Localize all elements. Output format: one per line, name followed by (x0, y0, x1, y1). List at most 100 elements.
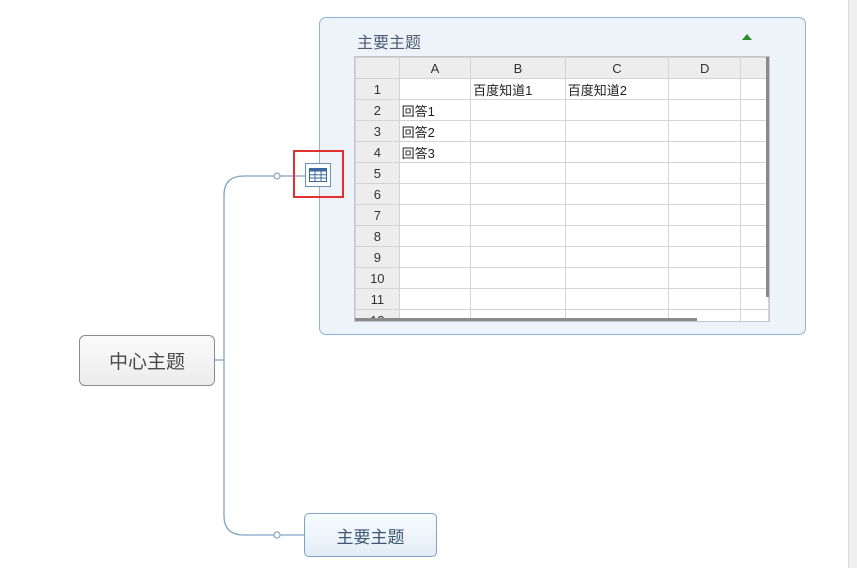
column-header[interactable]: C (564, 57, 670, 79)
table-cell[interactable] (564, 225, 670, 247)
table-cell[interactable] (470, 267, 566, 289)
table-cell[interactable]: 回答3 (398, 141, 472, 163)
table-cell[interactable] (668, 141, 742, 163)
row-header[interactable]: 10 (355, 267, 400, 289)
table-row: 8 (355, 225, 769, 247)
table-cell[interactable] (398, 246, 472, 268)
table-cell[interactable] (740, 120, 769, 142)
table-cell[interactable] (668, 204, 742, 226)
table-row: 3 回答2 (355, 120, 769, 142)
table-cell[interactable] (740, 309, 769, 321)
table-cell[interactable] (564, 246, 670, 268)
table-cell[interactable] (668, 162, 742, 184)
table-cell[interactable] (668, 78, 742, 100)
table-cell[interactable]: 百度知道1 (470, 78, 566, 100)
table-row: 10 (355, 267, 769, 289)
connector-knob-bottom (273, 531, 281, 539)
table-row: 5 (355, 162, 769, 184)
spreadsheet-grid[interactable]: A B C D 1 百度知道1 百度知道2 2 回答1 3 回答2 4 回答3 5 6 7 8 9 10 11… (355, 57, 769, 321)
table-cell[interactable] (668, 225, 742, 247)
row-header[interactable]: 1 (355, 78, 400, 100)
table-icon[interactable] (305, 163, 331, 187)
table-cell[interactable] (564, 99, 670, 121)
embedded-spreadsheet[interactable]: A B C D 1 百度知道1 百度知道2 2 回答1 3 回答2 4 回答3 5 6 7 8 9 10 11… (354, 56, 770, 322)
column-header[interactable]: D (668, 57, 742, 79)
connector-to-second-topic (223, 360, 304, 536)
table-cell[interactable] (564, 162, 670, 184)
table-cell[interactable] (740, 183, 769, 205)
row-header[interactable]: 11 (355, 288, 400, 310)
table-cell[interactable] (470, 225, 566, 247)
table-cell[interactable] (564, 288, 670, 310)
table-cell[interactable] (740, 99, 769, 121)
table-cell[interactable] (740, 162, 769, 184)
table-cell[interactable] (740, 78, 769, 100)
table-cell[interactable] (740, 288, 769, 310)
table-cell[interactable] (470, 183, 566, 205)
table-cell[interactable]: 百度知道2 (564, 78, 670, 100)
table-cell[interactable] (470, 99, 566, 121)
table-cell[interactable] (398, 204, 472, 226)
table-cell[interactable] (668, 120, 742, 142)
column-header-row: A B C D (355, 57, 769, 79)
row-header[interactable]: 6 (355, 183, 400, 205)
table-cell[interactable] (564, 120, 670, 142)
main-topic-table-card[interactable]: 主要主题 A B C D 1 百度知道1 百度知道2 2 回答1 3 回答2 4 回答3 5 6 7 8… (319, 17, 806, 335)
horizontal-scrollbar[interactable] (355, 318, 697, 321)
table-cell[interactable] (470, 120, 566, 142)
second-main-topic[interactable]: 主要主题 (304, 513, 437, 557)
table-row: 7 (355, 204, 769, 226)
table-cell[interactable] (740, 225, 769, 247)
table-cell[interactable] (668, 267, 742, 289)
table-row: 6 (355, 183, 769, 205)
row-header[interactable]: 9 (355, 246, 400, 268)
table-cell[interactable] (668, 288, 742, 310)
table-cell[interactable] (470, 204, 566, 226)
column-header[interactable] (740, 57, 769, 79)
collapse-triangle-icon[interactable] (742, 34, 752, 40)
connector-knob-top (273, 172, 281, 180)
corner-cell[interactable] (355, 57, 400, 79)
table-cell[interactable] (470, 246, 566, 268)
table-cell[interactable] (668, 99, 742, 121)
column-header[interactable]: B (470, 57, 566, 79)
table-cell[interactable] (398, 183, 472, 205)
row-header[interactable]: 4 (355, 141, 400, 163)
table-cell[interactable] (740, 141, 769, 163)
table-row: 1 百度知道1 百度知道2 (355, 78, 769, 100)
table-grid-icon (309, 168, 327, 182)
table-cell[interactable] (668, 246, 742, 268)
column-header[interactable]: A (398, 57, 472, 79)
row-header[interactable]: 8 (355, 225, 400, 247)
table-cell[interactable]: 回答1 (398, 99, 472, 121)
table-row: 2 回答1 (355, 99, 769, 121)
table-cell[interactable] (564, 204, 670, 226)
table-cell[interactable] (398, 162, 472, 184)
table-row: 9 (355, 246, 769, 268)
table-cell[interactable] (470, 288, 566, 310)
connector-to-table-topic (223, 175, 305, 360)
table-cell[interactable] (564, 183, 670, 205)
table-cell[interactable]: 回答2 (398, 120, 472, 142)
central-topic[interactable]: 中心主题 (79, 335, 215, 386)
table-cell[interactable] (740, 204, 769, 226)
table-cell[interactable] (398, 225, 472, 247)
row-header[interactable]: 5 (355, 162, 400, 184)
table-cell[interactable] (470, 141, 566, 163)
table-cell[interactable] (470, 162, 566, 184)
row-header[interactable]: 3 (355, 120, 400, 142)
table-row: 4 回答3 (355, 141, 769, 163)
vertical-scrollbar[interactable] (766, 57, 769, 297)
table-cell[interactable] (398, 78, 472, 100)
row-header[interactable]: 7 (355, 204, 400, 226)
row-header[interactable]: 2 (355, 99, 400, 121)
table-cell[interactable] (398, 288, 472, 310)
table-cell[interactable] (668, 183, 742, 205)
table-cell[interactable] (564, 267, 670, 289)
table-cell[interactable] (564, 141, 670, 163)
main-topic-title[interactable]: 主要主题 (357, 29, 421, 53)
table-cell[interactable] (740, 246, 769, 268)
table-cell[interactable] (398, 267, 472, 289)
table-row: 11 (355, 288, 769, 310)
table-cell[interactable] (740, 267, 769, 289)
